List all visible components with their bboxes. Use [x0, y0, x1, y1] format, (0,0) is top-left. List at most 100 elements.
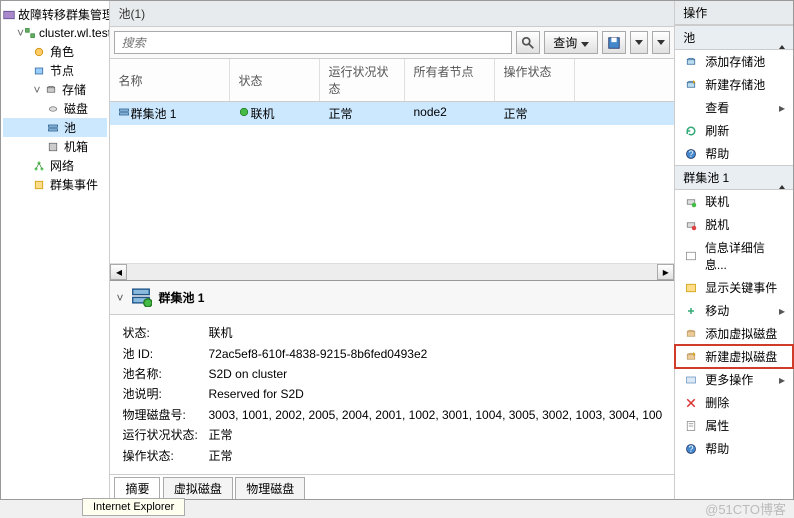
tree-enclosures-label: 机箱 — [64, 138, 88, 155]
tab-vdisk[interactable]: 虚拟磁盘 — [163, 477, 233, 499]
chevron-down-icon — [635, 40, 643, 45]
action-new-vdisk[interactable]: 新建虚拟磁盘 — [675, 345, 793, 368]
label-id: 池 ID: — [122, 344, 208, 364]
ie-tooltip: Internet Explorer — [82, 498, 185, 516]
tree-cluster[interactable]: ˅cluster.wl.test — [3, 24, 107, 42]
submenu-arrow-icon: ▸ — [779, 373, 785, 387]
scroll-left-button[interactable]: ◂ — [110, 264, 127, 280]
action-group-selected-label: 群集池 1 — [683, 169, 729, 186]
list-header: 名称 状态 运行状况状态 所有者节点 操作状态 — [110, 59, 674, 102]
action-view-label: 查看 — [705, 99, 729, 116]
col-status[interactable]: 状态 — [230, 59, 320, 101]
action-move[interactable]: 移动▸ — [675, 299, 793, 322]
tree-storage[interactable]: ˅存储 — [3, 80, 107, 99]
action-view[interactable]: 查看▸ — [675, 96, 793, 119]
refresh-icon — [683, 123, 699, 139]
help-icon: ? — [683, 146, 699, 162]
label-status: 状态: — [122, 323, 208, 343]
action-offline[interactable]: 脱机 — [675, 213, 793, 236]
action-group-selected[interactable]: 群集池 1 — [675, 165, 793, 190]
action-add-pool[interactable]: 添加存储池 — [675, 50, 793, 73]
tree-nodes[interactable]: 节点 — [3, 61, 107, 80]
row-op: 正常 — [495, 102, 575, 125]
action-info[interactable]: 信息详细信息... — [675, 236, 793, 276]
action-more[interactable]: 更多操作▸ — [675, 368, 793, 391]
action-add-vdisk-label: 添加虚拟磁盘 — [705, 325, 777, 342]
submenu-arrow-icon: ▸ — [779, 304, 785, 318]
query-button-label: 查询 — [553, 34, 577, 51]
tree-networks[interactable]: 网络 — [3, 156, 107, 175]
tab-summary[interactable]: 摘要 — [114, 477, 160, 499]
search-icon-button[interactable] — [516, 31, 540, 54]
disk-icon — [45, 101, 61, 117]
tree-root-label: 故障转移群集管理器 — [18, 6, 110, 23]
tree-pools[interactable]: 池 — [3, 118, 107, 137]
more-dropdown[interactable] — [652, 31, 670, 54]
action-delete-label: 删除 — [705, 394, 729, 411]
tree-disks[interactable]: 磁盘 — [3, 99, 107, 118]
row-health: 正常 — [320, 102, 405, 125]
save-button[interactable] — [602, 31, 626, 54]
action-online-label: 联机 — [705, 193, 729, 210]
value-health: 正常 — [208, 425, 662, 445]
action-new-pool-label: 新建存储池 — [705, 76, 765, 93]
action-online[interactable]: 联机 — [675, 190, 793, 213]
tree-events[interactable]: 群集事件 — [3, 175, 107, 194]
network-icon — [31, 158, 47, 174]
detail-tabs: 摘要 虚拟磁盘 物理磁盘 — [110, 474, 674, 499]
actions-pane: 操作 池 添加存储池 新建存储池 查看▸ 刷新 ?帮助 群集池 1 联机 脱机 … — [675, 1, 793, 499]
new-pool-icon — [683, 77, 699, 93]
save-dropdown[interactable] — [630, 31, 648, 54]
cluster-manager-icon — [3, 7, 15, 23]
twisty-icon[interactable]: ˅ — [31, 83, 43, 97]
svg-text:?: ? — [689, 444, 694, 454]
action-critical[interactable]: 显示关键事件 — [675, 276, 793, 299]
horizontal-scrollbar[interactable]: ◂ ▸ — [110, 263, 674, 280]
action-delete[interactable]: 删除 — [675, 391, 793, 414]
action-add-vdisk[interactable]: 添加虚拟磁盘 — [675, 322, 793, 345]
action-help[interactable]: ? 帮助 — [675, 142, 793, 165]
cluster-icon — [24, 25, 36, 41]
collapse-icon — [779, 171, 785, 185]
action-offline-label: 脱机 — [705, 216, 729, 233]
list-row[interactable]: 群集池 1 联机 正常 node2 正常 — [110, 102, 674, 125]
center-pane: 池(1) 查询 名称 状态 运行状况状态 所有者节点 操作状态 群集池 1 联机… — [110, 1, 675, 499]
search-row: 查询 — [110, 27, 674, 59]
value-disk: 3003, 1001, 2002, 2005, 2004, 2001, 1002… — [208, 405, 662, 425]
action-help-label: 帮助 — [705, 145, 729, 162]
twisty-icon[interactable]: ˅ — [17, 26, 24, 40]
detail-body: 状态:联机 池 ID:72ac5ef8-610f-4838-9215-8b6fe… — [110, 315, 674, 474]
scroll-right-button[interactable]: ▸ — [657, 264, 674, 280]
action-new-pool[interactable]: 新建存储池 — [675, 73, 793, 96]
chevron-down-icon — [657, 40, 665, 45]
search-input[interactable] — [114, 31, 512, 54]
value-desc: Reserved for S2D — [208, 384, 662, 404]
action-help2[interactable]: ?帮助 — [675, 437, 793, 460]
detail-title: 群集池 1 — [158, 289, 204, 306]
critical-icon — [683, 280, 699, 296]
query-button[interactable]: 查询 — [544, 31, 598, 54]
value-status: 联机 — [208, 323, 662, 343]
tree-events-label: 群集事件 — [50, 176, 98, 193]
scroll-track[interactable] — [127, 264, 657, 280]
col-owner[interactable]: 所有者节点 — [405, 59, 495, 101]
more-icon — [683, 372, 699, 388]
tree-nodes-label: 节点 — [50, 62, 74, 79]
action-props[interactable]: 属性 — [675, 414, 793, 437]
col-op[interactable]: 操作状态 — [495, 59, 575, 101]
tab-pdisk[interactable]: 物理磁盘 — [235, 477, 305, 499]
collapse-icon — [779, 31, 785, 45]
action-refresh[interactable]: 刷新 — [675, 119, 793, 142]
tree-root[interactable]: 故障转移群集管理器 — [3, 5, 107, 24]
col-name[interactable]: 名称 — [110, 59, 230, 101]
roles-icon — [31, 44, 47, 60]
tree-enclosures[interactable]: 机箱 — [3, 137, 107, 156]
delete-icon — [683, 395, 699, 411]
detail-pane: ˅ 群集池 1 状态:联机 池 ID:72ac5ef8-610f-4838-92… — [110, 280, 674, 499]
action-info-label: 信息详细信息... — [705, 239, 785, 273]
col-health[interactable]: 运行状况状态 — [320, 59, 405, 101]
action-group-pool[interactable]: 池 — [675, 25, 793, 50]
action-new-vdisk-label: 新建虚拟磁盘 — [705, 348, 777, 365]
tree-roles[interactable]: 角色 — [3, 42, 107, 61]
collapse-button[interactable]: ˅ — [116, 291, 130, 305]
